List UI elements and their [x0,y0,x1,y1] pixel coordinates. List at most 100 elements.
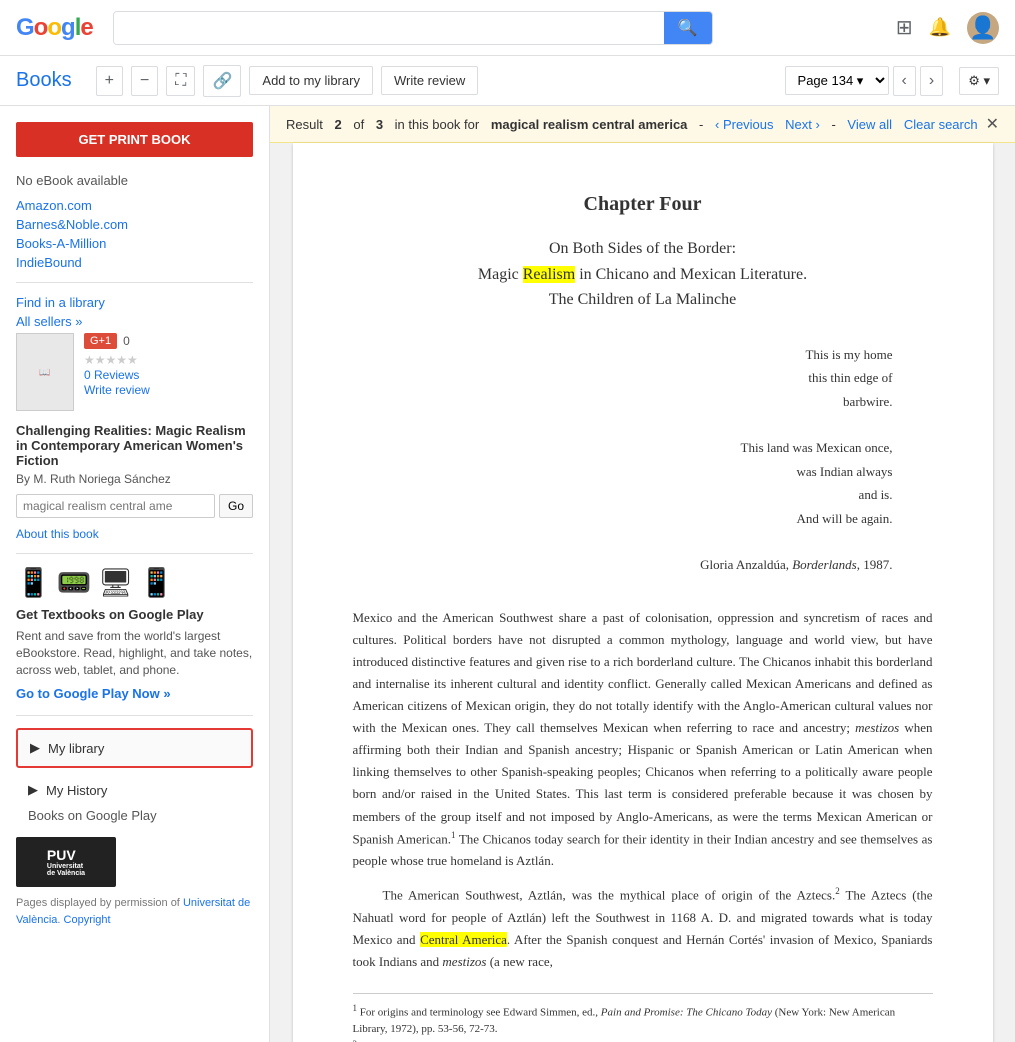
zoom-out-button[interactable]: − [131,66,158,96]
body-paragraph-2: The American Southwest, Aztlán, was the … [353,884,933,973]
next-page-button[interactable]: › [920,66,943,96]
google-logo: Google [16,14,93,42]
chapter-title: Chapter Four [353,193,933,216]
about-book-link[interactable]: About this book [16,527,99,541]
tablet-icon: 📟 [57,566,92,599]
subtitle-line3: The Children of La Malinche [549,291,737,308]
close-banner-button[interactable]: ✕ [986,114,999,134]
poem-line-6: and is. [353,483,893,506]
subtitle-line1: On Both Sides of the Border: [549,240,736,257]
textbooks-desc: Rent and save from the world's largest e… [16,628,253,678]
settings-button[interactable]: ⚙ ▾ [959,67,999,95]
footnote-1: 1 For origins and terminology see Edward… [353,1002,933,1038]
my-library-label: My library [48,741,104,756]
sidebar-divider-3 [16,715,253,716]
gplus-button[interactable]: G+1 [84,333,117,349]
book-search-input[interactable] [16,494,215,518]
reviews-count-link[interactable]: 0 Reviews [84,368,139,382]
device-icons: 📱 📟 🖥 📱 [16,566,253,599]
my-history-label: My History [46,783,107,798]
poem-line-2: this thin edge of [353,366,893,389]
poem-section: This is my home this thin edge of barbwi… [353,343,893,577]
result-total: 3 [376,117,383,132]
zoom-in-button[interactable]: + [96,66,123,96]
textbooks-title: Get Textbooks on Google Play [16,607,253,622]
prev-page-button[interactable]: ‹ [893,66,916,96]
books-on-play-label: Books on Google Play [16,804,253,827]
poem-attribution: Gloria Anzaldúa, Borderlands, 1987. [353,553,893,576]
phone-icon: 📱 [16,566,51,599]
book-info: G+1 0 ★★★★★ 0 Reviews Write review [84,333,150,411]
footnotes: 1 For origins and terminology see Edward… [353,993,933,1042]
settings-arrow-icon: ▾ [983,73,990,88]
find-library-link[interactable]: Find in a library [16,295,253,310]
write-review-button[interactable]: Write review [381,66,478,95]
permission-text: Pages displayed by permission of Univers… [16,895,253,928]
sidebar-divider-1 [16,282,253,283]
add-to-library-button[interactable]: Add to my library [249,66,373,95]
page-navigation: Page 134 ▾ ‹ › [785,66,944,96]
search-input[interactable]: magical realism central america [114,12,664,44]
poem-line-7: And will be again. [353,507,893,530]
search-icon: 🔍 [678,20,698,37]
subtitle-highlight: Realism [523,266,575,283]
barnes-link[interactable]: Barnes&Noble.com [16,217,253,232]
gplus-area: G+1 0 [84,333,150,349]
copyright-link[interactable]: Copyright [64,914,111,926]
sidebar: GET PRINT BOOK No eBook available Amazon… [0,106,270,1042]
notifications-icon[interactable]: 🔔 [929,17,951,38]
book-body: Mexico and the American Southwest share … [353,607,933,973]
book-search-button[interactable]: Go [219,494,253,518]
page-select[interactable]: Page 134 ▾ [785,66,889,95]
sidebar-divider-2 [16,553,253,554]
subtitle-line2-prefix: Magic [478,266,523,283]
subtitle-line2-suffix: in Chicano and Mexican Literature. [575,266,807,283]
indiebound-link[interactable]: IndieBound [16,255,253,270]
books-title[interactable]: Books [16,69,72,92]
book-page: Chapter Four On Both Sides of the Border… [293,143,993,1042]
top-right-icons: ⊞ 🔔 👤 [896,12,999,44]
tablet2-icon: 📱 [139,566,174,599]
my-library-item[interactable]: ▶ My library [16,728,253,768]
books-toolbar: Books + − ⛶ 🔗 Add to my library Write re… [0,56,1015,106]
banner-right: Clear search ✕ [904,114,999,134]
of-text: of [353,117,364,132]
avatar[interactable]: 👤 [967,12,999,44]
all-sellers-link[interactable]: All sellers » [16,314,253,329]
get-print-book-button[interactable]: GET PRINT BOOK [16,122,253,157]
highlighted-phrase: Central America [420,932,507,947]
stars-display: ★★★★★ [84,353,150,367]
search-term: magical realism central america [491,117,688,132]
grid-icon[interactable]: ⊞ [896,15,913,40]
search-bar: magical realism central america 🔍 [113,11,713,45]
search-button[interactable]: 🔍 [664,12,712,44]
my-library-arrow-icon: ▶ [30,740,40,756]
poem-line-4: This land was Mexican once, [353,436,893,459]
write-review-link[interactable]: Write review [84,383,150,397]
body-paragraph-1: Mexico and the American Southwest share … [353,607,933,872]
settings-icon: ⚙ [968,73,980,88]
go-to-play-link[interactable]: Go to Google Play Now » [16,686,171,701]
books-a-million-link[interactable]: Books-A-Million [16,236,253,251]
book-thumbnail: 📖 [16,333,74,411]
poem-spacer-1 [353,413,893,436]
poem-line-5: was Indian always [353,460,893,483]
result-number: 2 [334,117,341,132]
view-all-link[interactable]: View all [847,117,892,132]
footnote-2: 2 See Gloria Anzaldúa, Borderlands/La Fr… [353,1038,933,1042]
prev-result-link[interactable]: ‹ Previous [715,117,774,132]
search-in-book: Go [16,494,253,518]
amazon-link[interactable]: Amazon.com [16,198,253,213]
search-banner: Result 2 of 3 in this book for magical r… [270,106,1015,143]
in-book-text: in this book for [395,117,480,132]
book-author: By M. Ruth Noriega Sánchez [16,472,253,486]
next-result-link[interactable]: Next › [785,117,820,132]
clear-search-link[interactable]: Clear search [904,117,978,132]
poem-line-1: This is my home [353,343,893,366]
no-ebook-label: No eBook available [16,173,253,188]
fullscreen-button[interactable]: ⛶ [166,66,195,96]
link-button[interactable]: 🔗 [203,65,241,97]
my-history-item[interactable]: ▶ My History [16,776,253,804]
my-history-arrow-icon: ▶ [28,782,38,798]
top-bar: Google magical realism central america 🔍… [0,0,1015,56]
